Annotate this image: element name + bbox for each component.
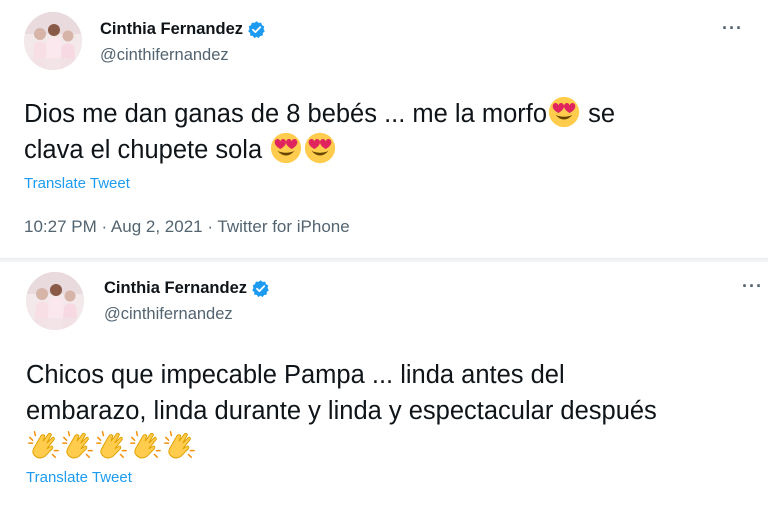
tweet-card[interactable]: Cinthia Fernandez @cinthifernandez ··· D… [0,0,768,258]
tweet-text-line1: Chicos que impecable Pampa ... linda ant… [26,361,565,389]
more-options-icon[interactable]: ··· [722,18,743,39]
author-name[interactable]: Cinthia Fernandez [104,279,247,298]
tweet-text: Chicos que impecable Pampa ... linda ant… [26,357,657,465]
tweet-text-line2: embarazo, linda durante y linda y espect… [26,397,657,425]
clapping-hands-emoji-icon [128,428,162,462]
verified-badge-icon [247,20,266,39]
verified-badge-icon [251,279,270,298]
more-options-icon[interactable]: ··· [742,276,763,297]
translate-tweet-link[interactable]: Translate Tweet [26,469,132,486]
tweet-text-line2: clava el chupete sola [24,136,263,164]
clapping-hands-emoji-icon [60,428,94,462]
avatar[interactable] [26,272,84,330]
tweet-text-line1-end: se [581,100,616,128]
clapping-hands-emoji-icon [94,428,128,462]
clapping-hands-emoji-icon [26,428,60,462]
heart-eyes-emoji-icon [269,131,303,165]
clapping-hands-emoji-icon [162,428,196,462]
avatar[interactable] [24,12,82,70]
tweet-text: Dios me dan ganas de 8 bebés ... me la m… [24,96,615,168]
tweet-timestamp[interactable]: 10:27 PM · Aug 2, 2021 · Twitter for iPh… [24,217,350,237]
translate-tweet-link[interactable]: Translate Tweet [24,175,130,192]
author-handle[interactable]: @cinthifernandez [104,305,233,324]
heart-eyes-emoji-icon [547,95,581,129]
tweet-card[interactable]: Cinthia Fernandez @cinthifernandez ··· C… [0,262,768,512]
author-name[interactable]: Cinthia Fernandez [100,20,243,39]
author-handle[interactable]: @cinthifernandez [100,46,229,65]
heart-eyes-emoji-icon [303,131,337,165]
tweet-text-line1: Dios me dan ganas de 8 bebés ... me la m… [24,100,548,128]
